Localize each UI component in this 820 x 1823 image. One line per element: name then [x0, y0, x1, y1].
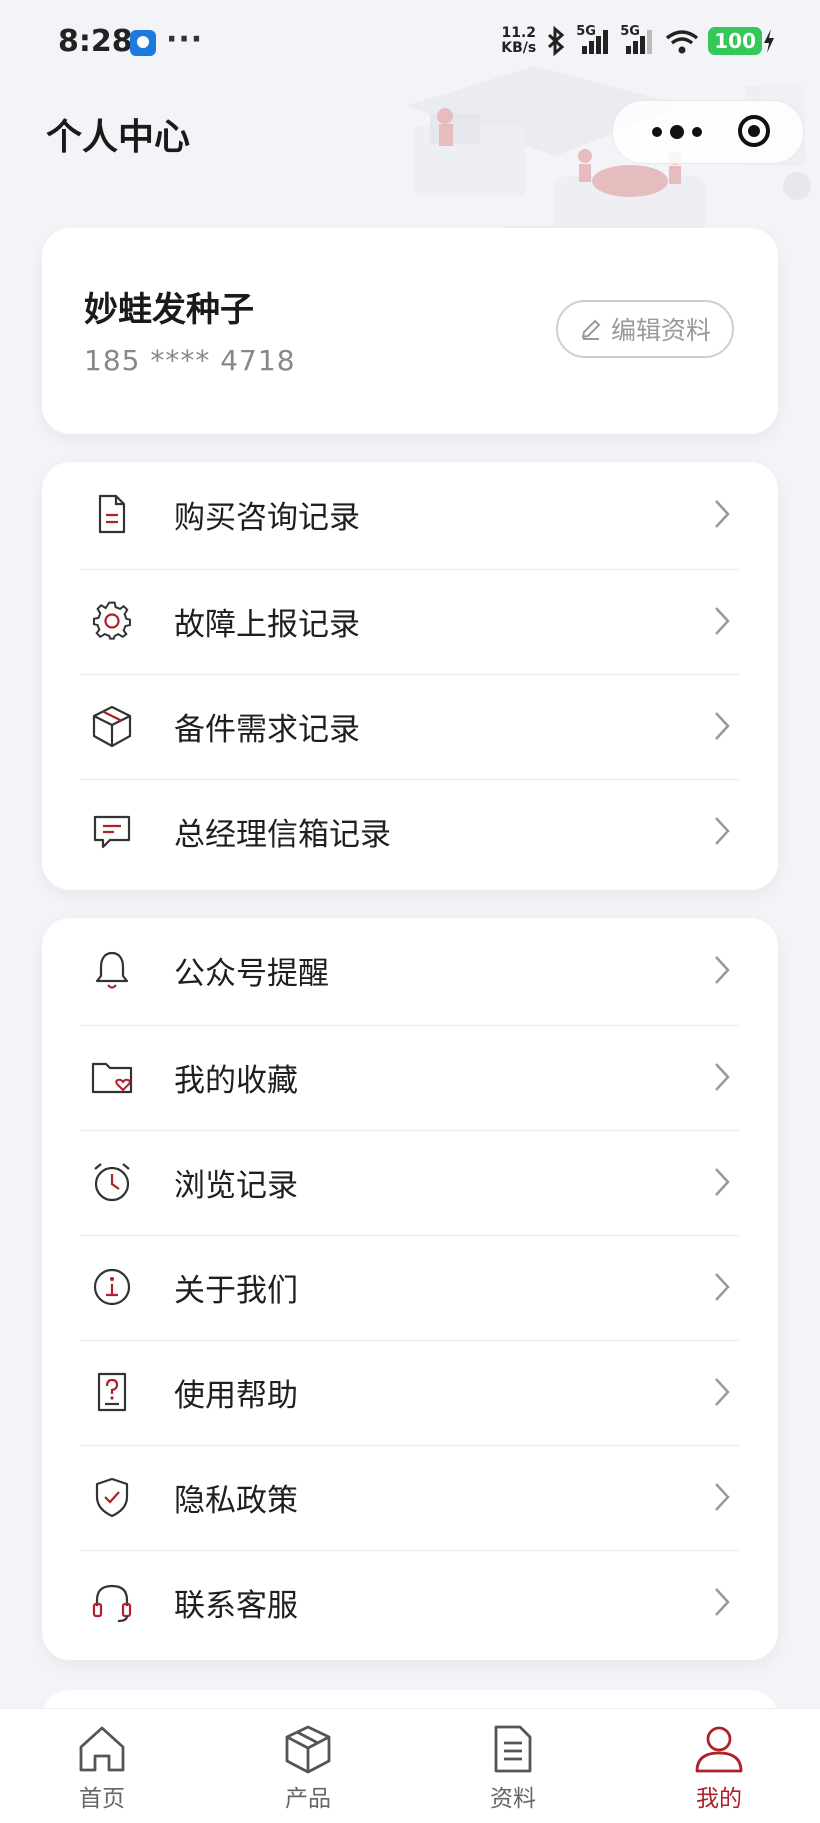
user-phone: 185 **** 4718 — [84, 344, 296, 377]
settings-menu-card: 公众号提醒 我的收藏 浏览记录 关于我们 使用帮助 隐私政策 联系客服 — [42, 918, 778, 1660]
miniprogram-capsule — [612, 100, 804, 164]
menu-item-label: 隐私政策 — [174, 1483, 298, 1519]
pencil-icon — [581, 319, 601, 340]
home-icon — [79, 1726, 125, 1772]
menu-item-label: 故障上报记录 — [174, 607, 360, 643]
chevron-right-icon — [715, 1063, 730, 1091]
chevron-right-icon — [715, 1378, 730, 1406]
menu-item-label: 购买咨询记录 — [174, 500, 360, 536]
network-speed: 11.2 KB/s — [501, 26, 536, 56]
app-notification-icon — [130, 30, 156, 56]
help-doc-icon — [97, 1372, 127, 1412]
user-name: 妙蛙发种子 — [84, 290, 254, 330]
status-time: 8:28 — [58, 24, 133, 59]
network-speed-unit: KB/s — [501, 40, 537, 56]
edit-profile-button[interactable]: 编辑资料 — [556, 300, 734, 358]
chevron-right-icon — [715, 1273, 730, 1301]
info-icon — [93, 1268, 131, 1306]
menu-item-gm-mailbox[interactable]: 总经理信箱记录 — [42, 779, 778, 884]
signal-label-2: 5G — [620, 24, 640, 39]
tab-label: 我的 — [696, 1786, 742, 1812]
chevron-right-icon — [715, 500, 730, 528]
menu-item-label: 联系客服 — [174, 1588, 298, 1624]
document-icon — [98, 494, 126, 534]
user-icon — [695, 1726, 743, 1773]
chevron-right-icon — [715, 1168, 730, 1196]
signal-icon-2: 5G — [620, 24, 656, 56]
tab-label: 产品 — [285, 1786, 331, 1812]
chevron-right-icon — [715, 1588, 730, 1616]
menu-item-label: 我的收藏 — [174, 1063, 298, 1099]
network-speed-value: 11.2 — [501, 25, 537, 41]
tab-home[interactable]: 首页 — [47, 1723, 157, 1815]
bottom-tab-bar: 首页 产品 资料 我的 — [0, 1708, 820, 1823]
gear-icon — [92, 601, 131, 640]
close-target-icon[interactable] — [737, 114, 771, 148]
box-icon — [92, 705, 132, 748]
menu-item-official-account[interactable]: 公众号提醒 — [42, 918, 778, 1023]
tab-label: 资料 — [490, 1786, 536, 1812]
battery-level: 100 — [708, 27, 762, 55]
box-icon — [285, 1725, 331, 1774]
menu-item-label: 总经理信箱记录 — [174, 817, 391, 853]
menu-item-fault-report[interactable]: 故障上报记录 — [42, 569, 778, 674]
folder-heart-icon — [91, 1062, 133, 1094]
headset-icon — [92, 1584, 132, 1623]
status-indicators: 11.2 KB/s 5G 5G 100 — [501, 24, 776, 56]
tab-label: 首页 — [79, 1786, 125, 1812]
menu-item-customer-service[interactable]: 联系客服 — [42, 1550, 778, 1655]
edit-profile-label: 编辑资料 — [610, 316, 711, 345]
profile-card: 妙蛙发种子 185 **** 4718 编辑资料 — [42, 228, 778, 434]
records-menu-card: 购买咨询记录 故障上报记录 备件需求记录 总经理信箱记录 — [42, 462, 778, 890]
chevron-right-icon — [715, 607, 730, 635]
chevron-right-icon — [715, 1483, 730, 1511]
bluetooth-icon — [548, 26, 565, 56]
page-title: 个人中心 — [46, 117, 191, 158]
message-icon — [93, 815, 131, 849]
battery-icon: 100 — [708, 27, 776, 55]
signal-icon: 5G — [576, 24, 612, 56]
menu-item-about-us[interactable]: 关于我们 — [42, 1235, 778, 1340]
menu-item-spare-parts[interactable]: 备件需求记录 — [42, 674, 778, 779]
tab-materials[interactable]: 资料 — [458, 1723, 568, 1815]
menu-item-label: 浏览记录 — [174, 1168, 298, 1204]
tab-mine[interactable]: 我的 — [664, 1723, 774, 1815]
tab-products[interactable]: 产品 — [253, 1723, 363, 1815]
more-notifications-icon: ··· — [166, 22, 204, 57]
menu-item-label: 备件需求记录 — [174, 712, 360, 748]
menu-item-label: 关于我们 — [174, 1273, 298, 1309]
bell-icon — [95, 951, 129, 989]
chevron-right-icon — [715, 712, 730, 740]
signal-label-1: 5G — [576, 24, 596, 39]
wifi-icon — [666, 30, 699, 54]
menu-item-favorites[interactable]: 我的收藏 — [42, 1025, 778, 1130]
chevron-right-icon — [715, 817, 730, 845]
document-icon — [494, 1725, 532, 1773]
menu-item-label: 公众号提醒 — [174, 956, 329, 992]
alarm-clock-icon — [94, 1163, 130, 1202]
shield-check-icon — [95, 1477, 129, 1518]
menu-item-history[interactable]: 浏览记录 — [42, 1130, 778, 1235]
menu-item-privacy[interactable]: 隐私政策 — [42, 1445, 778, 1550]
chevron-right-icon — [715, 956, 730, 984]
more-icon[interactable] — [647, 118, 707, 146]
menu-item-purchase-consult[interactable]: 购买咨询记录 — [42, 462, 778, 567]
menu-item-label: 使用帮助 — [174, 1378, 298, 1414]
menu-item-help[interactable]: 使用帮助 — [42, 1340, 778, 1445]
